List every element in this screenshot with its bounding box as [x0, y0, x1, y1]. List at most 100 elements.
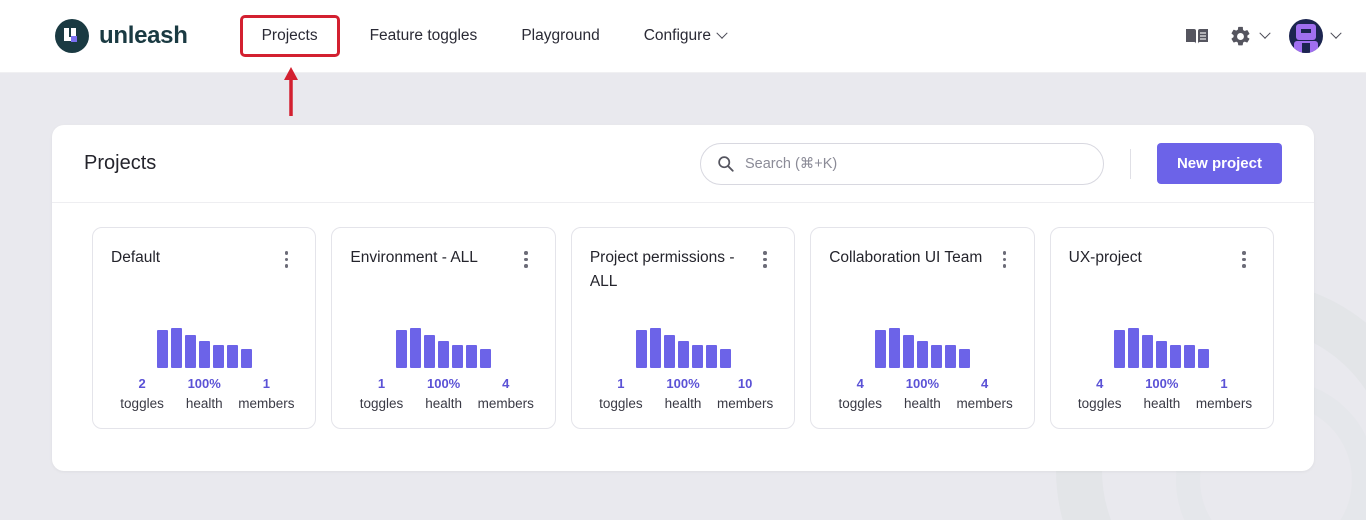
documentation-button[interactable] [1185, 27, 1209, 46]
stat-toggles: 2 toggles [111, 374, 173, 414]
stat-toggles: 1 toggles [350, 374, 412, 414]
search-box[interactable] [700, 143, 1104, 185]
stat-members: 10 members [714, 374, 776, 414]
stat-members: 1 members [1193, 374, 1255, 414]
stat-label: toggles [1069, 394, 1131, 414]
stat-label: health [652, 394, 714, 414]
book-icon [1185, 27, 1209, 46]
stat-value: 1 [1193, 374, 1255, 394]
nav-label: Projects [262, 27, 318, 45]
more-vertical-icon[interactable] [1233, 246, 1255, 268]
card-header: Project permissions - ALL [590, 246, 776, 294]
projects-panel: Projects New project Default [52, 125, 1314, 471]
stat-label: members [1193, 394, 1255, 414]
stat-value: 4 [829, 374, 891, 394]
card-header: Environment - ALL [350, 246, 536, 270]
stat-label: health [413, 394, 475, 414]
stat-value: 2 [111, 374, 173, 394]
stat-value: 1 [590, 374, 652, 394]
stat-value: 1 [350, 374, 412, 394]
more-vertical-icon[interactable] [515, 246, 537, 268]
more-vertical-icon[interactable] [994, 246, 1016, 268]
stat-members: 1 members [235, 374, 297, 414]
project-card[interactable]: UX-project 4 toggles 100% health [1050, 227, 1274, 429]
project-card[interactable]: Environment - ALL 1 toggles 100% health [331, 227, 555, 429]
stat-value: 100% [413, 374, 475, 394]
nav-label: Feature toggles [370, 27, 478, 45]
panel-header: Projects New project [52, 125, 1314, 203]
nav-item-configure[interactable]: Configure [622, 15, 748, 57]
nav-label: Configure [644, 27, 711, 45]
chevron-down-icon [1330, 28, 1341, 39]
project-card[interactable]: Default 2 toggles 100% health [92, 227, 316, 429]
stat-label: toggles [350, 394, 412, 414]
unleash-logo-icon [55, 19, 89, 53]
stat-value: 4 [954, 374, 1016, 394]
stat-health: 100% health [652, 374, 714, 414]
project-stats: 4 toggles 100% health 4 members [829, 374, 1015, 414]
stat-label: health [173, 394, 235, 414]
stat-label: toggles [829, 394, 891, 414]
nav-item-feature-toggles[interactable]: Feature toggles [348, 15, 500, 57]
project-stats: 2 toggles 100% health 1 members [111, 374, 297, 414]
search-input[interactable] [745, 156, 1087, 172]
panel-toolbar: New project [700, 143, 1282, 185]
stat-value: 100% [1131, 374, 1193, 394]
search-icon [717, 155, 734, 172]
settings-button[interactable] [1229, 25, 1269, 48]
stat-label: toggles [111, 394, 173, 414]
stat-toggles: 4 toggles [829, 374, 891, 414]
brand-logo[interactable]: unleash [55, 19, 188, 53]
stat-value: 10 [714, 374, 776, 394]
gear-icon [1229, 25, 1252, 48]
toolbar-divider [1130, 149, 1131, 179]
stat-value: 100% [173, 374, 235, 394]
project-name: Default [111, 246, 269, 270]
stat-toggles: 4 toggles [1069, 374, 1131, 414]
stat-label: members [475, 394, 537, 414]
project-name: Environment - ALL [350, 246, 508, 270]
stat-label: members [954, 394, 1016, 414]
project-sparkline [590, 294, 776, 374]
chevron-down-icon [716, 28, 727, 39]
projects-grid: Default 2 toggles 100% health [52, 203, 1314, 471]
more-vertical-icon[interactable] [754, 246, 776, 268]
brand-name: unleash [99, 22, 188, 50]
stat-value: 4 [475, 374, 537, 394]
nav-label: Playground [521, 27, 599, 45]
project-sparkline [1069, 270, 1255, 374]
project-name: UX-project [1069, 246, 1227, 270]
app-header: unleash Projects Feature toggles Playgro… [0, 0, 1366, 73]
stat-members: 4 members [475, 374, 537, 414]
card-header: Default [111, 246, 297, 270]
page-title: Projects [84, 152, 156, 175]
project-stats: 1 toggles 100% health 4 members [350, 374, 536, 414]
stat-health: 100% health [891, 374, 953, 414]
stat-value: 100% [652, 374, 714, 394]
stat-value: 100% [891, 374, 953, 394]
project-stats: 1 toggles 100% health 10 members [590, 374, 776, 414]
card-header: UX-project [1069, 246, 1255, 270]
main-navigation: Projects Feature toggles Playground Conf… [232, 15, 748, 57]
nav-item-projects[interactable]: Projects [240, 15, 340, 57]
project-card[interactable]: Collaboration UI Team 4 toggles 100% hea… [810, 227, 1034, 429]
more-vertical-icon[interactable] [275, 246, 297, 268]
user-menu-button[interactable] [1289, 19, 1340, 53]
new-project-button[interactable]: New project [1157, 143, 1282, 184]
avatar [1289, 19, 1323, 53]
stat-label: toggles [590, 394, 652, 414]
card-header: Collaboration UI Team [829, 246, 1015, 270]
project-card[interactable]: Project permissions - ALL 1 toggles 100%… [571, 227, 795, 429]
stat-health: 100% health [1131, 374, 1193, 414]
stat-value: 4 [1069, 374, 1131, 394]
project-name: Collaboration UI Team [829, 246, 987, 270]
project-sparkline [350, 270, 536, 374]
stat-value: 1 [235, 374, 297, 394]
nav-item-playground[interactable]: Playground [499, 15, 621, 57]
header-actions [1185, 19, 1340, 53]
stat-label: members [714, 394, 776, 414]
project-name: Project permissions - ALL [590, 246, 748, 294]
chevron-down-icon [1259, 28, 1270, 39]
stat-label: health [1131, 394, 1193, 414]
project-sparkline [111, 270, 297, 374]
